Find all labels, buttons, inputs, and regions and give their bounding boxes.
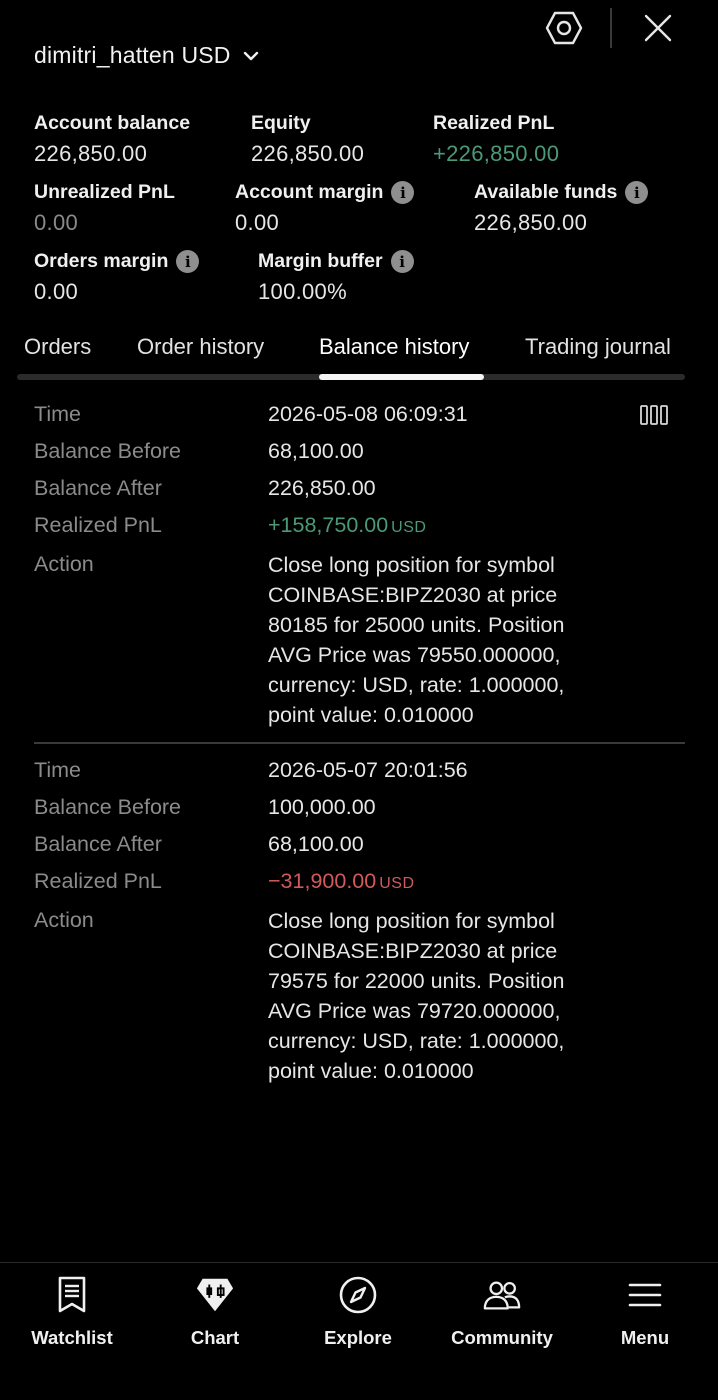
record-realized-pnl: +158,750.00 (268, 513, 389, 537)
record-row-balance-before: Balance Before 100,000.00 (34, 789, 685, 826)
stat-label: Account balance (34, 112, 191, 134)
field-label: Action (34, 552, 94, 576)
record-row-realized-pnl: Realized PnL +158,750.00 USD (34, 507, 685, 546)
record-row-balance-after: Balance After 68,100.00 (34, 826, 685, 863)
nav-community[interactable]: Community (442, 1275, 562, 1349)
stat-label: Margin buffer (258, 250, 383, 272)
field-label: Balance Before (34, 794, 182, 819)
stat-value: 226,850.00 (474, 210, 588, 235)
balance-record: Time 2026-05-08 06:09:31 Balance Before … (34, 396, 685, 730)
stat-value: 226,850.00 (34, 141, 148, 166)
nav-chart[interactable]: Chart (155, 1275, 275, 1349)
bottom-navigation: Watchlist Chart Explore Community Menu (0, 1262, 718, 1400)
stat-realized-pnl: Realized PnL +226,850.00 (433, 112, 559, 167)
record-row-action: Action Close long position for symbol CO… (34, 902, 685, 1086)
stat-equity: Equity 226,850.00 (251, 112, 364, 167)
account-selector[interactable]: dimitri_hatten USD (34, 42, 261, 69)
stat-label: Available funds (474, 181, 618, 203)
field-label: Balance Before (34, 439, 182, 463)
stat-label: Equity (251, 112, 311, 134)
nav-label: Menu (620, 1327, 670, 1348)
tab-order-history[interactable]: Order history (137, 334, 264, 360)
balance-history-list: Time 2026-05-08 06:09:31 Balance Before … (34, 396, 685, 1086)
field-label: Time (34, 757, 81, 782)
record-time: 2026-05-08 06:09:31 (268, 402, 468, 426)
field-label: Action (34, 907, 94, 932)
stat-label: Realized PnL (433, 112, 555, 134)
field-label: Realized PnL (34, 513, 162, 537)
stat-value: 0.00 (235, 210, 280, 235)
stat-value: 0.00 (34, 210, 79, 235)
settings-hexagon-icon[interactable] (544, 8, 584, 48)
record-action: Close long position for symbol COINBASE:… (268, 553, 565, 727)
record-divider (34, 742, 685, 744)
record-time: 2026-05-07 20:01:56 (268, 757, 468, 782)
tab-orders[interactable]: Orders (24, 334, 91, 360)
field-label: Time (34, 402, 81, 426)
account-name: dimitri_hatten USD (34, 42, 231, 68)
stat-label: Unrealized PnL (34, 181, 175, 203)
nav-explore[interactable]: Explore (298, 1275, 418, 1349)
stat-available-funds: Available funds i 226,850.00 (474, 181, 649, 236)
top-bar: dimitri_hatten USD (0, 0, 718, 100)
record-balance-before: 68,100.00 (268, 439, 364, 463)
field-label: Realized PnL (34, 868, 162, 893)
record-row-time: Time 2026-05-08 06:09:31 (34, 396, 685, 433)
record-action: Close long position for symbol COINBASE:… (268, 908, 565, 1083)
record-row-balance-before: Balance Before 68,100.00 (34, 433, 685, 470)
record-balance-after: 68,100.00 (268, 831, 364, 856)
stat-account-balance: Account balance 226,850.00 (34, 112, 190, 167)
chart-icon (195, 1275, 235, 1315)
stat-value: 226,850.00 (251, 141, 365, 166)
stat-value: +226,850.00 (433, 141, 560, 166)
nav-label: Watchlist (31, 1327, 113, 1348)
stat-margin-buffer: Margin buffer i 100.00% (258, 250, 414, 305)
record-row-action: Action Close long position for symbol CO… (34, 546, 685, 730)
info-icon[interactable]: i (625, 181, 649, 204)
record-pnl-currency: USD (391, 519, 427, 536)
stat-account-margin: Account margin i 0.00 (235, 181, 415, 236)
stat-value: 0.00 (34, 279, 79, 304)
tab-trading-journal[interactable]: Trading journal (525, 334, 671, 360)
menu-icon (625, 1275, 665, 1315)
record-row-time: Time 2026-05-07 20:01:56 (34, 752, 685, 789)
stat-value: 100.00% (258, 279, 347, 304)
stat-orders-margin: Orders margin i 0.00 (34, 250, 200, 305)
explore-compass-icon (338, 1275, 378, 1315)
info-icon[interactable]: i (390, 250, 414, 273)
top-bar-divider (610, 8, 612, 48)
field-label: Balance After (34, 476, 162, 500)
watchlist-icon (52, 1275, 92, 1315)
tab-balance-history[interactable]: Balance history (319, 334, 469, 360)
active-tab-indicator (319, 374, 484, 380)
stat-unrealized-pnl: Unrealized PnL 0.00 (34, 181, 175, 236)
nav-label: Community (451, 1327, 553, 1348)
record-realized-pnl: −31,900.00 (268, 868, 377, 893)
record-balance-before: 100,000.00 (268, 794, 376, 819)
stat-label: Orders margin (34, 250, 169, 272)
nav-label: Chart (190, 1327, 240, 1348)
field-label: Balance After (34, 831, 162, 856)
chevron-down-icon (241, 46, 261, 66)
balance-record: Time 2026-05-07 20:01:56 Balance Before … (34, 752, 685, 1086)
record-row-balance-after: Balance After 226,850.00 (34, 470, 685, 507)
record-balance-after: 226,850.00 (268, 476, 376, 500)
nav-watchlist[interactable]: Watchlist (12, 1275, 132, 1349)
nav-menu[interactable]: Menu (585, 1275, 705, 1349)
nav-label: Explore (324, 1327, 392, 1348)
info-icon[interactable]: i (176, 250, 200, 273)
close-icon[interactable] (638, 8, 678, 48)
record-row-realized-pnl: Realized PnL −31,900.00 USD (34, 863, 685, 902)
info-icon[interactable]: i (391, 181, 415, 204)
tab-bar: Orders Order history Balance history Tra… (17, 334, 685, 380)
record-pnl-currency: USD (379, 874, 415, 892)
stat-label: Account margin (235, 181, 384, 203)
community-icon (482, 1275, 522, 1315)
